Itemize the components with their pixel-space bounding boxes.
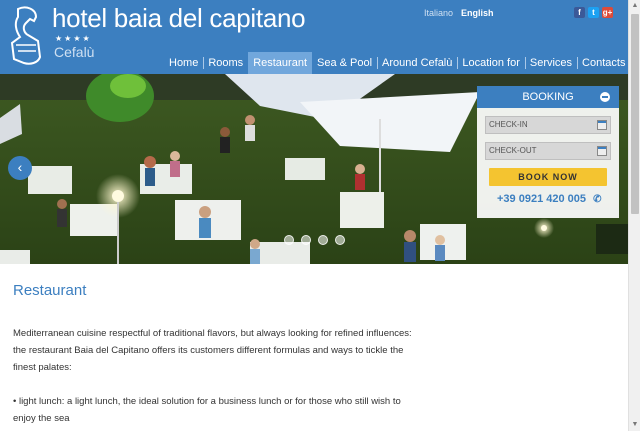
checkin-placeholder: CHECK-IN <box>489 120 528 129</box>
page-title: Restaurant <box>13 282 87 299</box>
phone-number: +39 0921 420 005 <box>497 193 587 205</box>
slider-dot[interactable] <box>301 235 311 245</box>
minimize-icon[interactable] <box>600 92 610 102</box>
booking-widget: BOOKING CHECK-IN CHECK-OUT BOOK NOW +39 … <box>477 86 619 218</box>
slider-dot[interactable] <box>335 235 345 245</box>
scroll-thumb[interactable] <box>631 14 639 214</box>
main-nav: Home Rooms Restaurant Sea & Pool Around … <box>164 52 630 74</box>
nav-restaurant[interactable]: Restaurant <box>248 52 312 74</box>
slider-dots <box>284 235 345 245</box>
checkin-field[interactable]: CHECK-IN <box>485 116 611 134</box>
phone-link[interactable]: +39 0921 420 005 ✆ <box>497 193 601 205</box>
booking-title: BOOKING <box>522 91 574 103</box>
nav-contacts[interactable]: Contacts <box>577 52 630 74</box>
city-name: Cefalù <box>54 44 95 60</box>
book-now-button[interactable]: BOOK NOW <box>489 168 607 186</box>
facebook-icon[interactable]: f <box>574 7 585 18</box>
calendar-icon[interactable] <box>597 146 607 156</box>
light-lunch-paragraph: • light lunch: a light lunch, the ideal … <box>13 396 401 424</box>
site-header: hotel baia del capitano ★★★★ Cefalù Ital… <box>0 0 628 74</box>
checkout-placeholder: CHECK-OUT <box>489 146 537 155</box>
checkout-field[interactable]: CHECK-OUT <box>485 142 611 160</box>
nav-home[interactable]: Home <box>164 52 203 74</box>
slider-dot[interactable] <box>318 235 328 245</box>
twitter-icon[interactable]: t <box>588 7 599 18</box>
nav-rooms[interactable]: Rooms <box>203 52 248 74</box>
star-rating: ★★★★ <box>55 34 92 43</box>
calendar-icon[interactable] <box>597 120 607 130</box>
main-content: Restaurant Mediterranean cuisine respect… <box>0 264 628 431</box>
language-italian-link[interactable]: Italiano <box>424 8 453 18</box>
scroll-down-icon[interactable]: ▼ <box>631 421 639 429</box>
googleplus-icon[interactable]: g+ <box>602 7 613 18</box>
page-scrollbar[interactable]: ▲ ▼ <box>628 0 640 431</box>
booking-header[interactable]: BOOKING <box>477 86 619 108</box>
nav-sea-pool[interactable]: Sea & Pool <box>312 52 377 74</box>
language-english-link[interactable]: English <box>461 8 494 18</box>
nav-around-cefalu[interactable]: Around Cefalù <box>377 52 457 74</box>
phone-icon: ✆ <box>593 194 602 205</box>
slider-dot[interactable] <box>284 235 294 245</box>
scroll-up-icon[interactable]: ▲ <box>631 2 639 10</box>
nav-location-for[interactable]: Location for <box>457 52 524 74</box>
captain-logo-icon[interactable] <box>8 5 44 67</box>
intro-paragraph: Mediterranean cuisine respectful of trad… <box>13 328 412 373</box>
slider-prev-button[interactable]: ‹ <box>8 156 32 180</box>
hotel-name[interactable]: hotel baia del capitano <box>52 3 306 34</box>
nav-services[interactable]: Services <box>524 52 577 74</box>
